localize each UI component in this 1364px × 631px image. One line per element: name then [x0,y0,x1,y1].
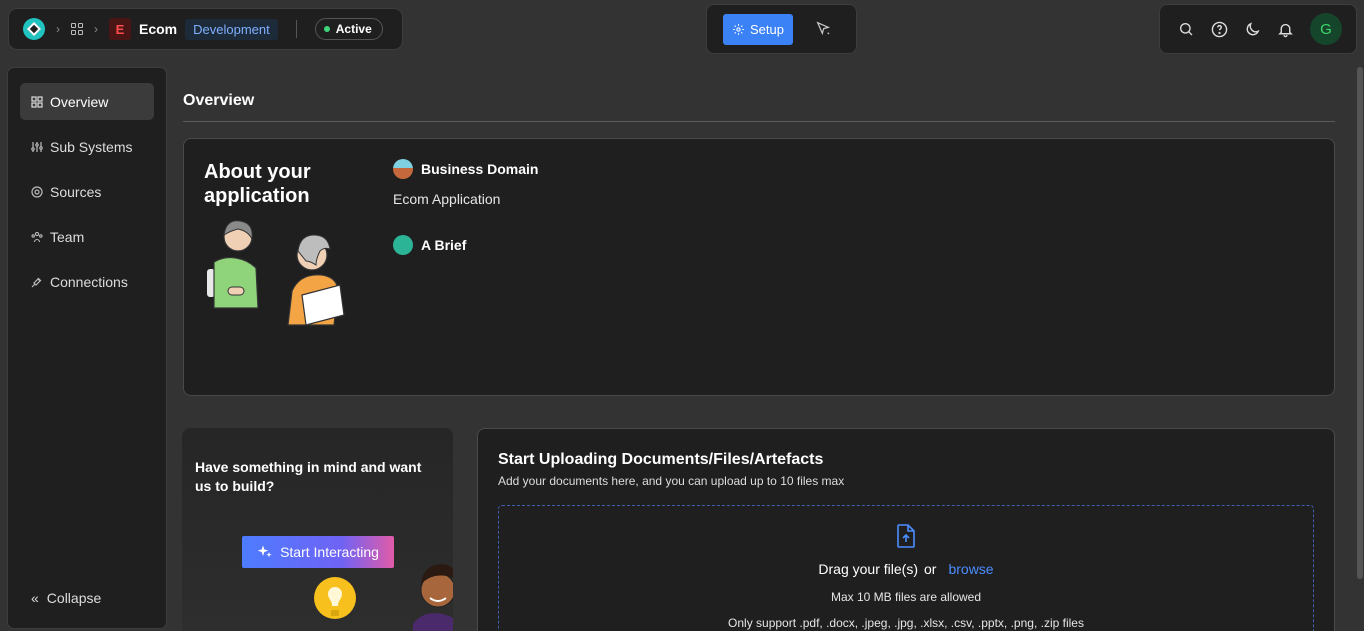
upload-card: Start Uploading Documents/Files/Artefact… [477,428,1335,631]
sidebar-item-label: Team [50,228,85,245]
apps-icon[interactable] [71,23,83,35]
start-interacting-button[interactable]: Start Interacting [242,536,394,568]
lightbulb-icon [314,577,356,619]
avatar[interactable]: G [1310,13,1342,45]
about-card: About your application Business Domain E… [183,138,1335,396]
chevrons-left-icon: « [31,590,39,606]
gear-icon [733,23,744,35]
supported-formats-note: Only support .pdf, .docx, .jpeg, .jpg, .… [728,616,1084,630]
start-interacting-label: Start Interacting [280,544,379,560]
upload-subtitle: Add your documents here, and you can upl… [498,474,845,488]
sidebar-item-overview[interactable]: Overview [20,83,154,120]
max-size-note: Max 10 MB files are allowed [830,590,982,604]
status-dot-icon [323,26,330,32]
environment-tag[interactable]: Development [185,18,278,40]
business-domain-label: Business Domain [421,161,539,177]
file-upload-icon [897,524,915,548]
sliders-icon [31,141,43,153]
sidebar-item-label: Overview [50,93,109,110]
mode-switcher: Setup [706,4,857,54]
collapse-button[interactable]: « Collapse [31,590,101,606]
status-label: Active [335,22,372,36]
sidebar-item-label: Connections [50,273,128,290]
people-illustration [207,220,345,326]
page-title: Overview [183,92,255,109]
project-badge: E [109,18,131,40]
sidebar-item-team[interactable]: Team [20,218,154,255]
or-text: or [924,561,937,577]
collapse-label: Collapse [46,590,102,606]
sidebar-item-sources[interactable]: Sources [20,173,154,210]
top-actions: G [1159,4,1357,54]
source-icon [31,185,43,198]
grid-icon [31,95,43,108]
cursor-sparkle-icon[interactable] [815,20,831,39]
domain-icon [393,159,413,179]
chevron-right-icon: › [56,22,60,36]
divider [295,20,297,38]
sidebar-item-connections[interactable]: Connections [20,263,154,300]
project-name[interactable]: Ecom [139,21,177,37]
team-icon [31,231,43,243]
upload-title: Start Uploading Documents/Files/Artefact… [498,451,824,468]
bell-icon[interactable] [1275,19,1295,39]
title-divider [183,121,1335,122]
sidebar-item-sub-systems[interactable]: Sub Systems [20,128,154,165]
search-icon[interactable] [1176,19,1196,39]
chevron-right-icon: › [94,22,98,36]
help-icon[interactable] [1209,19,1229,39]
setup-button[interactable]: Setup [723,13,793,45]
app-logo[interactable] [23,18,45,40]
about-heading: About your application [204,161,311,207]
interact-prompt: Have something in mind and want us to bu… [195,459,422,494]
sparkle-icon [257,545,272,558]
breadcrumb-bar: › › E Ecom Development Active [8,8,403,50]
sidebar-item-label: Sub Systems [50,138,133,155]
brief-icon [393,235,413,255]
moon-icon[interactable] [1242,19,1262,39]
plug-icon [31,276,43,288]
person-illustration [413,564,453,631]
drag-text: Drag your file(s) [818,561,918,577]
business-domain-value: Ecom Application [393,191,501,207]
brief-label: A Brief [421,237,467,253]
setup-label: Setup [750,21,784,37]
browse-link[interactable]: browse [948,561,993,577]
brief-row: A Brief [393,235,466,255]
sidebar: Overview Sub Systems Sources Team Connec… [7,67,167,629]
status-badge[interactable]: Active [314,18,383,40]
drag-instructions: Drag your file(s) or browse [499,561,1313,577]
business-domain-row: Business Domain [393,159,538,179]
sidebar-item-label: Sources [50,183,102,200]
scrollbar[interactable] [1357,67,1363,579]
file-dropzone[interactable]: Drag your file(s) or browse Max 10 MB file… [498,505,1314,631]
interact-card: Have something in mind and want us to bu… [182,428,453,631]
